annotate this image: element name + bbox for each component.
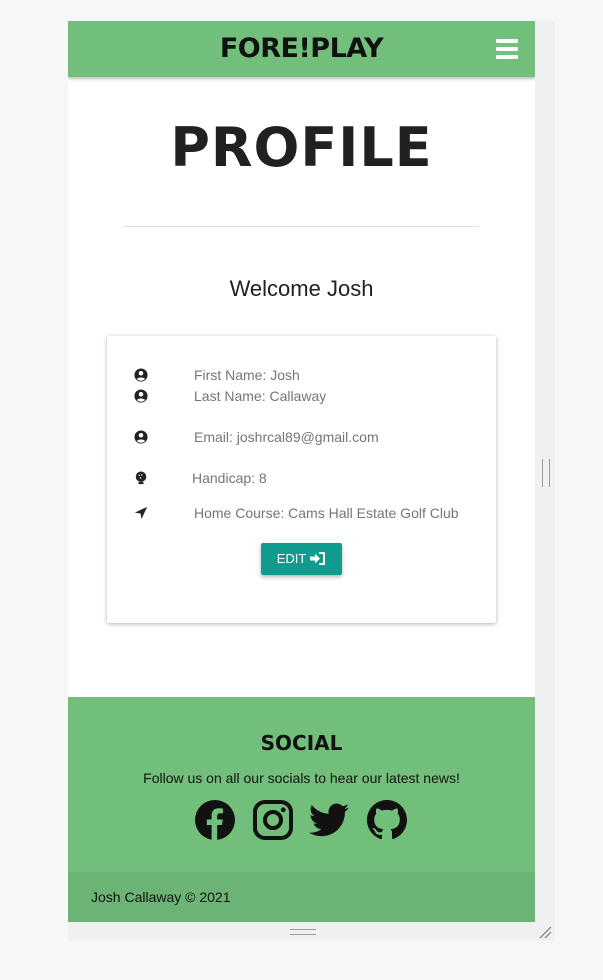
footer: SOCIAL Follow us on all our socials to h… [68,697,535,872]
brand-logo[interactable]: FORE!PLAY [68,21,535,77]
location-arrow-icon [134,506,148,520]
handicap-row: Handicap: 8 [107,469,496,489]
scrollbar-handle[interactable] [542,459,550,487]
last-name-row: Last Name: Callaway [107,387,496,407]
user-circle-icon [134,368,148,382]
page-title: PROFILE [170,116,433,179]
facebook-icon[interactable] [194,799,236,841]
navbar: FORE!PLAY [68,21,535,77]
edit-button[interactable]: EDIT [261,543,342,575]
copyright-text: Josh Callaway © 2021 [91,889,231,905]
email-row: Email: joshrcal89@gmail.com [107,428,496,448]
first-name-text: First Name: Josh [194,367,300,383]
hamburger-menu-icon[interactable] [496,39,518,59]
resize-handle-bottom[interactable] [290,929,316,935]
golf-ball-icon [135,471,147,485]
page-viewport: FORE!PLAY PROFILE Welcome Josh First Nam… [68,21,535,922]
edit-button-label: EDIT [276,551,307,566]
browser-frame: FORE!PLAY PROFILE Welcome Josh First Nam… [68,21,555,941]
home-course-text: Home Course: Cams Hall Estate Golf Club [194,505,459,521]
profile-card: First Name: Josh Last Name: Callaway Ema… [107,336,496,623]
user-circle-icon [134,430,148,444]
instagram-icon[interactable] [252,799,294,841]
last-name-text: Last Name: Callaway [194,388,327,404]
footer-title: SOCIAL [260,731,343,755]
email-text: Email: joshrcal89@gmail.com [194,429,379,445]
welcome-heading: Welcome Josh [229,276,374,301]
home-course-row: Home Course: Cams Hall Estate Golf Club [107,504,496,524]
copyright-bar: Josh Callaway © 2021 [68,872,535,922]
first-name-row: First Name: Josh [107,366,496,386]
handicap-text: Handicap: 8 [192,470,267,486]
user-circle-icon [134,389,148,403]
resize-grip-icon[interactable] [538,925,552,939]
twitter-icon[interactable] [308,799,350,841]
footer-text: Follow us on all our socials to hear our… [143,770,460,786]
github-icon[interactable] [366,799,408,841]
sign-in-icon [310,552,326,565]
divider [124,226,479,227]
